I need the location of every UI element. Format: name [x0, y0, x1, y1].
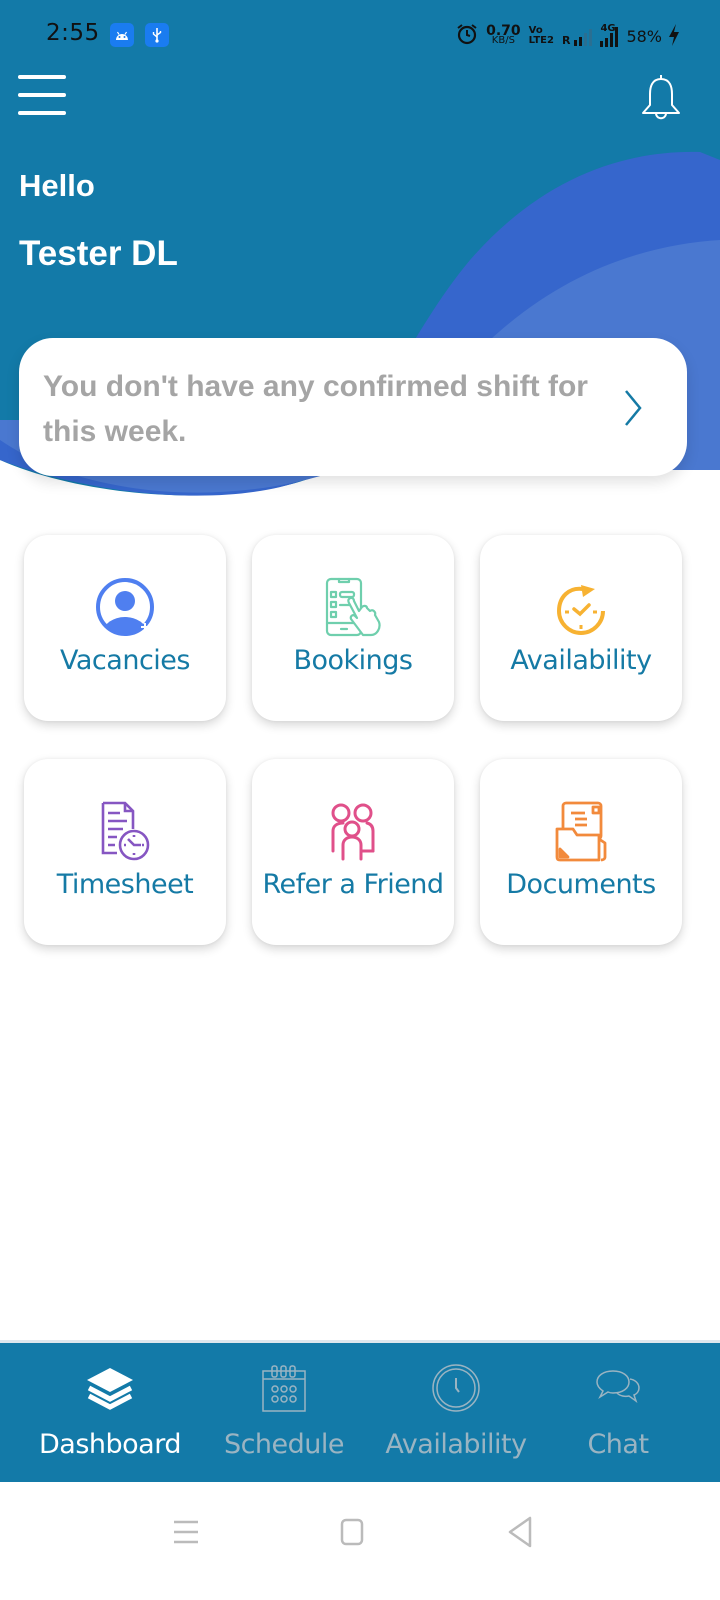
nav-chat[interactable]: Chat [528, 1343, 708, 1485]
recents-menu-icon[interactable] [166, 1512, 206, 1552]
status-indicators: 0.70 KB/S Vo LTE2 R 4G 58% [456, 22, 679, 50]
tile-label: Timesheet [56, 869, 194, 900]
tile-label: Vacancies [60, 645, 190, 676]
clock-icon [432, 1364, 480, 1412]
battery-level: 58% [626, 26, 662, 46]
timesheet-document-clock-icon [101, 801, 150, 861]
bottom-navigation: Dashboard Schedule Availability Chat [0, 1340, 720, 1482]
tile-label: Bookings [293, 645, 413, 676]
nav-label: Dashboard [39, 1429, 181, 1460]
nav-label: Schedule [223, 1429, 345, 1460]
signal-sim1-icon: R [562, 26, 593, 46]
shift-message: You don't have any confirmed shift for t… [43, 370, 588, 448]
notifications-bell-icon[interactable] [640, 72, 682, 122]
charging-icon [668, 24, 680, 50]
tile-label: Availability [510, 645, 652, 676]
hamburger-line [18, 75, 66, 79]
refer-friends-icon [331, 803, 375, 861]
tile-availability[interactable]: Availability [480, 535, 682, 721]
greeting: Hello [19, 168, 95, 203]
tile-vacancies[interactable]: Vacancies [24, 535, 226, 721]
user-name: Tester DL [19, 234, 178, 273]
nav-label: Availability [385, 1429, 527, 1460]
layers-icon [87, 1368, 133, 1410]
chevron-right-icon [625, 390, 642, 426]
menu-button[interactable] [18, 72, 68, 118]
system-navigation-bar [0, 1482, 720, 1600]
signal-sim2-icon: 4G [600, 23, 619, 47]
tile-refer-a-friend[interactable]: Refer a Friend [252, 759, 454, 945]
bookings-phone-tap-icon [325, 577, 381, 637]
vacancies-user-icon [96, 578, 154, 636]
status-time: 2:55 [46, 20, 100, 46]
calendar-icon [262, 1365, 306, 1412]
nav-dashboard[interactable]: Dashboard [20, 1343, 200, 1485]
home-square-icon[interactable] [332, 1512, 372, 1552]
volte-indicator: Vo LTE2 [528, 25, 554, 46]
android-icon [110, 23, 134, 47]
tile-bookings[interactable]: Bookings [252, 535, 454, 721]
tile-documents[interactable]: Documents [480, 759, 682, 945]
alarm-icon [456, 23, 478, 49]
nav-label: Chat [587, 1429, 649, 1460]
tile-label: Refer a Friend [262, 869, 444, 900]
nav-schedule[interactable]: Schedule [194, 1343, 374, 1485]
chat-bubbles-icon [596, 1370, 640, 1403]
usb-icon [145, 23, 169, 47]
weekly-shift-card[interactable]: You don't have any confirmed shift for t… [19, 338, 687, 476]
nav-availability[interactable]: Availability [366, 1343, 546, 1485]
hamburger-line [18, 93, 66, 97]
documents-folder-icon [555, 801, 607, 862]
network-speed: 0.70 KB/S [486, 23, 521, 46]
tile-label: Documents [506, 869, 656, 900]
back-triangle-icon[interactable] [500, 1512, 540, 1552]
tile-timesheet[interactable]: Timesheet [24, 759, 226, 945]
status-bar: 2:55 0.70 KB/S Vo LTE2 R 4G 58% [0, 0, 720, 70]
hamburger-line [18, 111, 66, 115]
availability-clock-icon [556, 585, 605, 636]
